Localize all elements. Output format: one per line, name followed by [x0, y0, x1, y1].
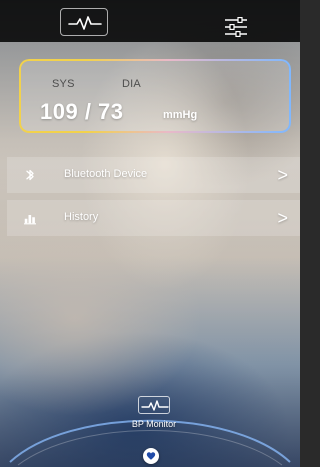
menu-item-label: Bluetooth Device	[64, 168, 148, 180]
settings-sliders-icon	[225, 16, 247, 38]
bottom-center-button[interactable]	[143, 448, 159, 464]
settings-button[interactable]	[216, 8, 247, 38]
menu-item-history[interactable]: History >	[7, 200, 300, 236]
tab-bp-monitor[interactable]: BP Monitor	[120, 396, 188, 436]
sys-label: SYS	[52, 78, 75, 90]
top-bar	[0, 0, 300, 42]
chevron-right-icon: >	[277, 165, 288, 185]
blood-pressure-unit: mmHg	[163, 109, 198, 121]
tab-label: BP Monitor	[131, 419, 177, 429]
dia-label: DIA	[122, 78, 141, 90]
chevron-right-icon: >	[277, 208, 288, 228]
blood-pressure-reading: 109 / 73	[40, 99, 124, 124]
menu-item-bluetooth-device[interactable]: Bluetooth Device >	[7, 157, 300, 193]
heart-signal-icon	[146, 452, 156, 460]
history-bars-icon	[24, 215, 36, 225]
heartbeat-monitor-icon	[68, 16, 102, 30]
bluetooth-icon	[26, 169, 34, 181]
monitor-button[interactable]	[60, 8, 108, 36]
heartbeat-monitor-icon	[138, 396, 170, 414]
menu-item-label: History	[64, 211, 99, 223]
